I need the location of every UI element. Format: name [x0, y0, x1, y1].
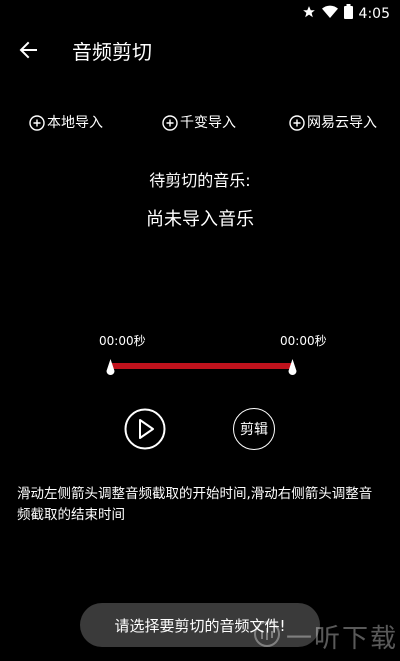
status-time: 4:05 [358, 5, 390, 22]
pending-music-label: 待剪切的音乐: [149, 171, 251, 190]
playback-controls: 剪辑 [0, 408, 400, 452]
watermark-logo-icon [254, 621, 280, 651]
end-handle[interactable] [288, 359, 297, 377]
trim-range-slider[interactable] [104, 357, 296, 379]
song-name: 尚未导入音乐 [146, 209, 254, 230]
status-icons: 4:05 [302, 4, 390, 23]
plus-circle-icon [162, 115, 178, 131]
plus-circle-icon [289, 115, 305, 131]
instructions-text: 滑动左侧箭头调整音频截取的开始时间,滑动右侧箭头调整音频截取的结束时间 [17, 486, 373, 523]
status-bar: 4:05 [0, 0, 400, 24]
cut-button[interactable]: 剪辑 [233, 408, 275, 450]
qianbian-import-label: 千变导入 [180, 115, 236, 131]
wifi-icon [321, 4, 338, 23]
start-handle[interactable] [106, 359, 115, 377]
watermark-text: 一听下载 [286, 623, 399, 654]
end-time-label: 00:00秒 [280, 334, 327, 348]
netease-import-button[interactable]: 网易云导入 [289, 112, 377, 134]
start-time-label: 00:00秒 [99, 334, 146, 348]
battery-icon [343, 4, 353, 23]
local-import-button[interactable]: 本地导入 [29, 112, 103, 134]
play-circle-icon [124, 408, 166, 454]
import-buttons-row: 本地导入 千变导入 网易云导入 [0, 112, 400, 134]
watermark: 一听下载 [254, 614, 400, 658]
qianbian-import-button[interactable]: 千变导入 [162, 112, 236, 134]
netease-import-label: 网易云导入 [307, 115, 377, 131]
cut-button-label: 剪辑 [240, 422, 268, 438]
plus-circle-icon [29, 115, 45, 131]
star-icon [302, 4, 316, 23]
play-button[interactable] [124, 408, 166, 450]
arrow-back-icon [18, 40, 38, 64]
back-button[interactable] [14, 38, 42, 66]
trim-range-track [110, 363, 292, 369]
app-bar: 音频剪切 [0, 24, 400, 80]
local-import-label: 本地导入 [47, 115, 103, 131]
page-title: 音频剪切 [72, 40, 152, 64]
